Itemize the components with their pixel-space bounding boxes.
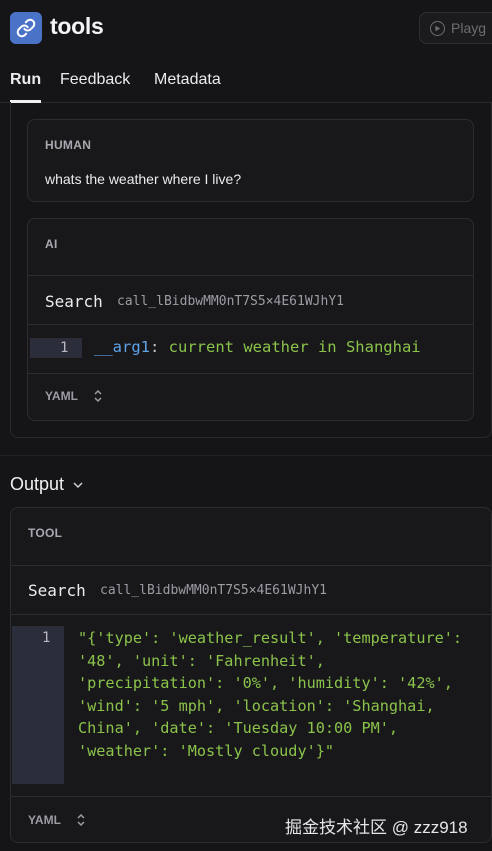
tool-result-call-id: call_lBidbwMM0nT7S5×4E61WJhY1 bbox=[100, 583, 327, 598]
watermark: 掘金技术社区 @ zzz918 bbox=[285, 818, 468, 837]
playground-button[interactable]: Playg bbox=[419, 12, 492, 44]
tab-run[interactable]: Run bbox=[10, 71, 41, 89]
link-icon bbox=[10, 12, 42, 44]
arg-separator: : bbox=[150, 338, 169, 356]
human-message-card: HUMAN whats the weather where I live? bbox=[27, 119, 474, 202]
line-number: 1 bbox=[60, 340, 69, 356]
page-title: tools bbox=[50, 13, 104, 39]
divider bbox=[28, 275, 473, 276]
arg-key: __arg1 bbox=[94, 338, 150, 356]
line-number: 1 bbox=[42, 630, 51, 646]
section-divider bbox=[0, 455, 492, 456]
tool-output-code[interactable]: "{'type': 'weather_result', 'temperature… bbox=[78, 627, 478, 762]
tool-call-id: call_lBidbwMM0nT7S5×4E61WJhY1 bbox=[117, 294, 344, 309]
tool-arguments-code[interactable]: __arg1: current weather in Shanghai bbox=[94, 338, 421, 356]
divider bbox=[11, 614, 491, 615]
arg-value: current weather in Shanghai bbox=[168, 338, 421, 356]
line-gutter bbox=[30, 338, 82, 358]
tool-call-name: Search bbox=[45, 292, 103, 311]
tab-bar: Run Feedback Metadata bbox=[0, 56, 492, 103]
tab-feedback[interactable]: Feedback bbox=[60, 71, 130, 89]
divider bbox=[11, 565, 491, 566]
line-gutter bbox=[12, 626, 64, 784]
ai-message-card: AI Search call_lBidbwMM0nT7S5×4E61WJhY1 … bbox=[27, 218, 474, 421]
format-selector-label[interactable]: YAML bbox=[45, 389, 78, 403]
output-heading: Output bbox=[10, 474, 65, 494]
play-icon bbox=[430, 20, 445, 36]
tool-message-card: TOOL Search call_lBidbwMM0nT7S5×4E61WJhY… bbox=[10, 507, 492, 843]
playground-label: Playg bbox=[451, 20, 487, 36]
tool-result-name: Search bbox=[28, 581, 86, 600]
tab-metadata[interactable]: Metadata bbox=[154, 71, 221, 89]
chevron-down-icon bbox=[73, 481, 83, 488]
divider bbox=[28, 373, 473, 374]
human-message-text: whats the weather where I live? bbox=[45, 171, 242, 187]
chevron-up-down-icon[interactable] bbox=[93, 388, 103, 404]
human-label: HUMAN bbox=[45, 138, 92, 152]
format-selector-label[interactable]: YAML bbox=[28, 813, 61, 827]
app-header: tools Playg bbox=[0, 0, 492, 56]
divider bbox=[11, 796, 491, 797]
ai-label: AI bbox=[45, 237, 58, 251]
chevron-up-down-icon[interactable] bbox=[76, 812, 86, 828]
tool-label: TOOL bbox=[28, 526, 63, 540]
output-section-toggle[interactable]: Output bbox=[10, 474, 84, 495]
divider bbox=[28, 324, 473, 325]
